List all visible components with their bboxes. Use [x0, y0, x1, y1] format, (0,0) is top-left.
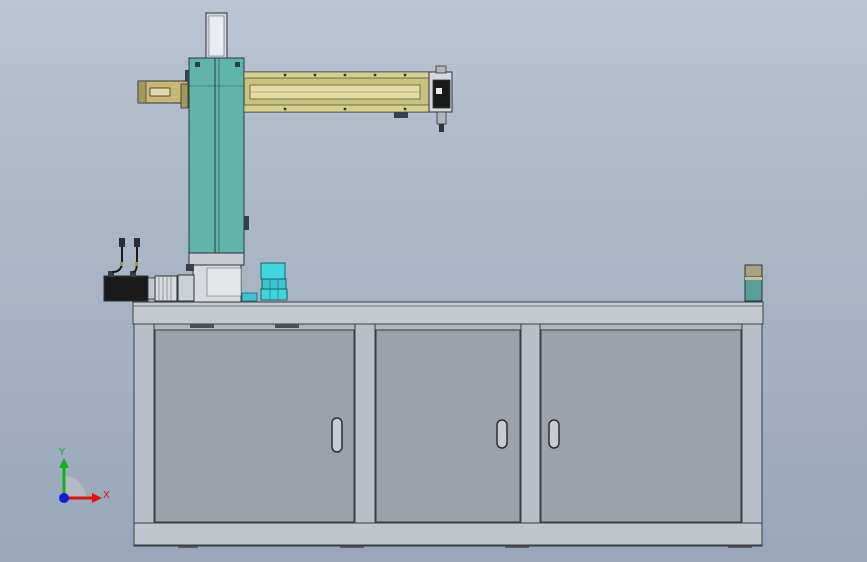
cabinet[interactable]: [132, 301, 764, 548]
axis-triad: X Y: [58, 447, 110, 503]
triad-x-label: X: [103, 490, 110, 501]
side-post[interactable]: [744, 264, 763, 302]
spindle-head[interactable]: [428, 65, 453, 132]
cabinet-bottom-rail: [133, 522, 763, 546]
cabinet-post: [741, 323, 763, 524]
cabinet-post: [133, 323, 155, 524]
triad-x-arrow: [92, 493, 102, 503]
triad-y-arrow: [59, 458, 69, 468]
door-handle[interactable]: [331, 417, 343, 453]
slab-bracket: [190, 324, 214, 328]
cabinet-door-right[interactable]: [540, 329, 742, 523]
cabinet-post: [354, 323, 376, 524]
servo-motor[interactable]: [103, 238, 178, 302]
horizontal-beam[interactable]: [137, 71, 430, 118]
machine-drawing: X Y: [58, 12, 764, 548]
cyan-parts[interactable]: [241, 262, 288, 302]
door-handle[interactable]: [548, 419, 560, 449]
cabinet-top-slab: [132, 301, 764, 325]
column-body: [188, 57, 245, 254]
cad-viewport[interactable]: X Y: [0, 0, 867, 562]
triad-y-label: Y: [58, 447, 66, 458]
cabinet-post: [520, 323, 541, 524]
slab-bracket: [275, 324, 299, 328]
column-base: [188, 252, 245, 266]
cabinet-door-left[interactable]: [154, 329, 355, 523]
vertical-column[interactable]: [177, 12, 249, 303]
triad-z-origin: [59, 493, 69, 503]
motor-body: [103, 275, 149, 302]
door-handle[interactable]: [496, 419, 508, 449]
